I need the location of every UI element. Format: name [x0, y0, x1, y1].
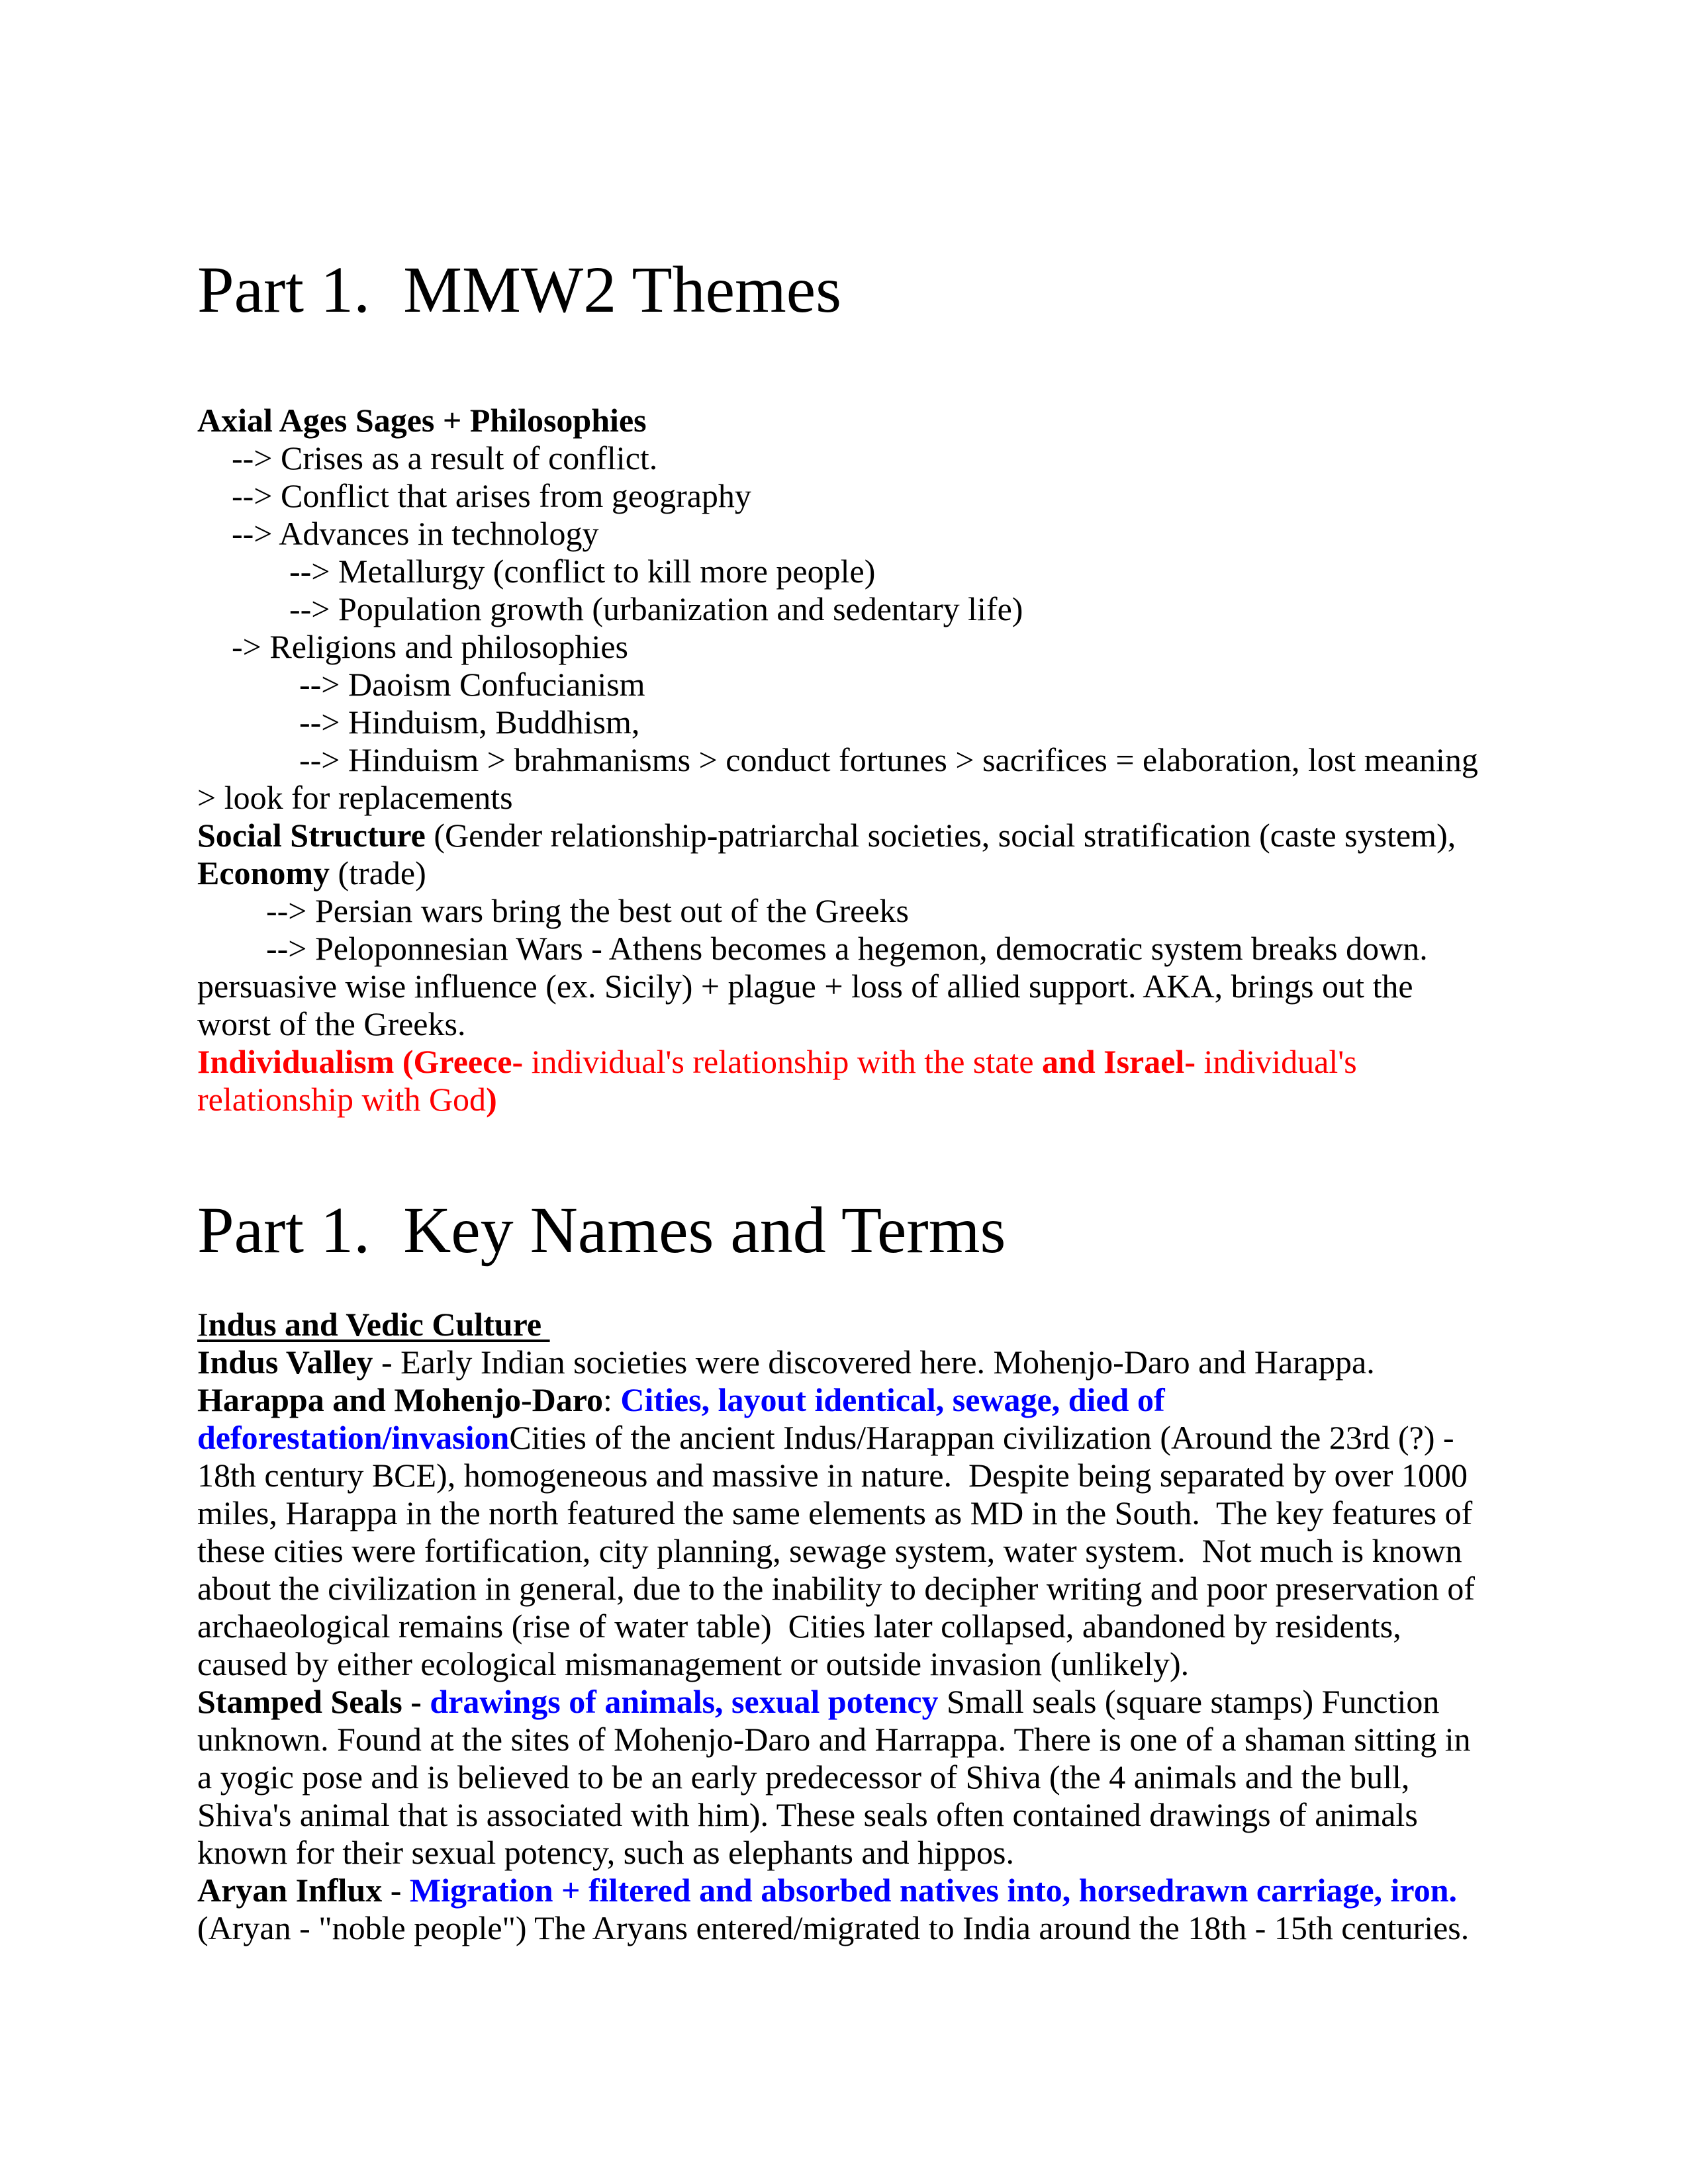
- term-harappa-continued: deforestation/invasionCities of the anci…: [197, 1419, 1495, 1457]
- economy-continuation: worst of the Greeks.: [197, 1005, 466, 1042]
- term-definition-line: these cities were fortification, city pl…: [197, 1532, 1462, 1569]
- axial-ages-heading: Axial Ages Sages + Philosophies: [197, 402, 647, 439]
- term-definition-line: caused by either ecological mismanagemen…: [197, 1645, 1190, 1682]
- individualism-greece-text: individual's relationship with the state: [523, 1043, 1043, 1080]
- axial-item: --> Crises as a result of conflict.: [232, 439, 658, 477]
- term-separator: -: [382, 1872, 410, 1909]
- term-definition-line: known for their sexual potency, such as …: [197, 1834, 1014, 1871]
- term-definition-line: (Aryan - "noble people") The Aryans ente…: [197, 1909, 1470, 1946]
- document-page: Part 1. MMW2 Themes Axial Ages Sages + P…: [0, 0, 1688, 2184]
- term-separator: :: [603, 1381, 621, 1418]
- term-label: Stamped Seals -: [197, 1683, 430, 1720]
- term-harappa: Harappa and Mohenjo-Daro: Cities, layout…: [197, 1381, 1495, 1419]
- axial-item: --> Advances in technology: [232, 515, 599, 552]
- term-definition: Small seals (square stamps) Function: [938, 1683, 1440, 1720]
- term-summary: drawings of animals, sexual potency: [430, 1683, 939, 1720]
- term-definition-line: about the civilization in general, due t…: [197, 1570, 1475, 1607]
- term-definition-line: miles, Harappa in the north featured the…: [197, 1494, 1473, 1531]
- individualism-continuation: relationship with God): [197, 1081, 1495, 1118]
- term-summary: Cities, layout identical, sewage, died o…: [620, 1381, 1165, 1418]
- section-title-themes: Part 1. MMW2 Themes: [197, 253, 842, 326]
- axial-item: --> Conflict that arises from geography: [232, 477, 751, 514]
- religions-item: -> Religions and philosophies: [232, 628, 628, 665]
- individualism-israel-label: and Israel-: [1042, 1043, 1196, 1080]
- economy-text: (trade): [330, 854, 426, 891]
- section-title-key-terms: Part 1. Key Names and Terms: [197, 1193, 1006, 1267]
- individualism-close-paren: ): [486, 1081, 497, 1118]
- tech-subitem: --> Population growth (urbanization and …: [289, 590, 1023, 627]
- subheading-indus-vedic: Indus and Vedic Culture: [197, 1306, 1495, 1343]
- term-summary: Migration + filtered and absorbed native…: [409, 1872, 1458, 1909]
- subheading-first-letter: I: [197, 1306, 209, 1343]
- individualism-line: Individualism (Greece- individual's rela…: [197, 1043, 1495, 1081]
- individualism-israel-text: individual's: [1195, 1043, 1357, 1080]
- term-label: Harappa and Mohenjo-Daro: [197, 1381, 604, 1418]
- term-definition-line: 18th century BCE), homogeneous and massi…: [197, 1457, 1468, 1494]
- term-summary: deforestation/invasion: [197, 1419, 510, 1456]
- religion-subitem: --> Hinduism, Buddhism,: [299, 704, 640, 741]
- economy-continuation: persuasive wise influence (ex. Sicily) +…: [197, 968, 1413, 1005]
- term-definition-line: a yogic pose and is believed to be an ea…: [197, 1758, 1410, 1796]
- key-terms-body: Indus and Vedic Culture Indus Valley - E…: [197, 1306, 1495, 1947]
- social-structure-text: (Gender relationship-patriarchal societi…: [425, 817, 1456, 854]
- social-structure-line: Social Structure (Gender relationship-pa…: [197, 817, 1495, 854]
- term-aryan-influx: Aryan Influx - Migration + filtered and …: [197, 1872, 1495, 1909]
- subheading-rest: ndus and Vedic Culture: [208, 1306, 550, 1343]
- term-label: Aryan Influx: [197, 1872, 383, 1909]
- individualism-label: Individualism (Greece-: [197, 1043, 524, 1080]
- term-definition-line: unknown. Found at the sites of Mohenjo-D…: [197, 1721, 1471, 1758]
- term-definition: - Early Indian societies were discovered…: [373, 1343, 1375, 1381]
- term-definition-line: Shiva's animal that is associated with h…: [197, 1796, 1418, 1833]
- tech-subitem: --> Metallurgy (conflict to kill more pe…: [289, 553, 876, 590]
- term-label: Indus Valley: [197, 1343, 373, 1381]
- themes-body: Axial Ages Sages + Philosophies --> Cris…: [197, 402, 1495, 1118]
- term-indus-valley: Indus Valley - Early Indian societies we…: [197, 1343, 1495, 1381]
- term-definition: Cities of the ancient Indus/Harappan civ…: [509, 1419, 1454, 1456]
- economy-item: --> Persian wars bring the best out of t…: [266, 892, 909, 929]
- religion-subitem: --> Daoism Confucianism: [299, 666, 645, 703]
- religion-continuation: > look for replacements: [197, 779, 513, 816]
- social-structure-label: Social Structure: [197, 817, 426, 854]
- term-definition-line: archaeological remains (rise of water ta…: [197, 1608, 1401, 1645]
- term-stamped-seals: Stamped Seals - drawings of animals, sex…: [197, 1683, 1495, 1721]
- economy-item: --> Peloponnesian Wars - Athens becomes …: [266, 930, 1428, 967]
- individualism-god-text: relationship with God: [197, 1081, 487, 1118]
- economy-label: Economy: [197, 854, 330, 891]
- religion-subitem: --> Hinduism > brahmanisms > conduct for…: [299, 741, 1478, 778]
- economy-line: Economy (trade): [197, 854, 1495, 892]
